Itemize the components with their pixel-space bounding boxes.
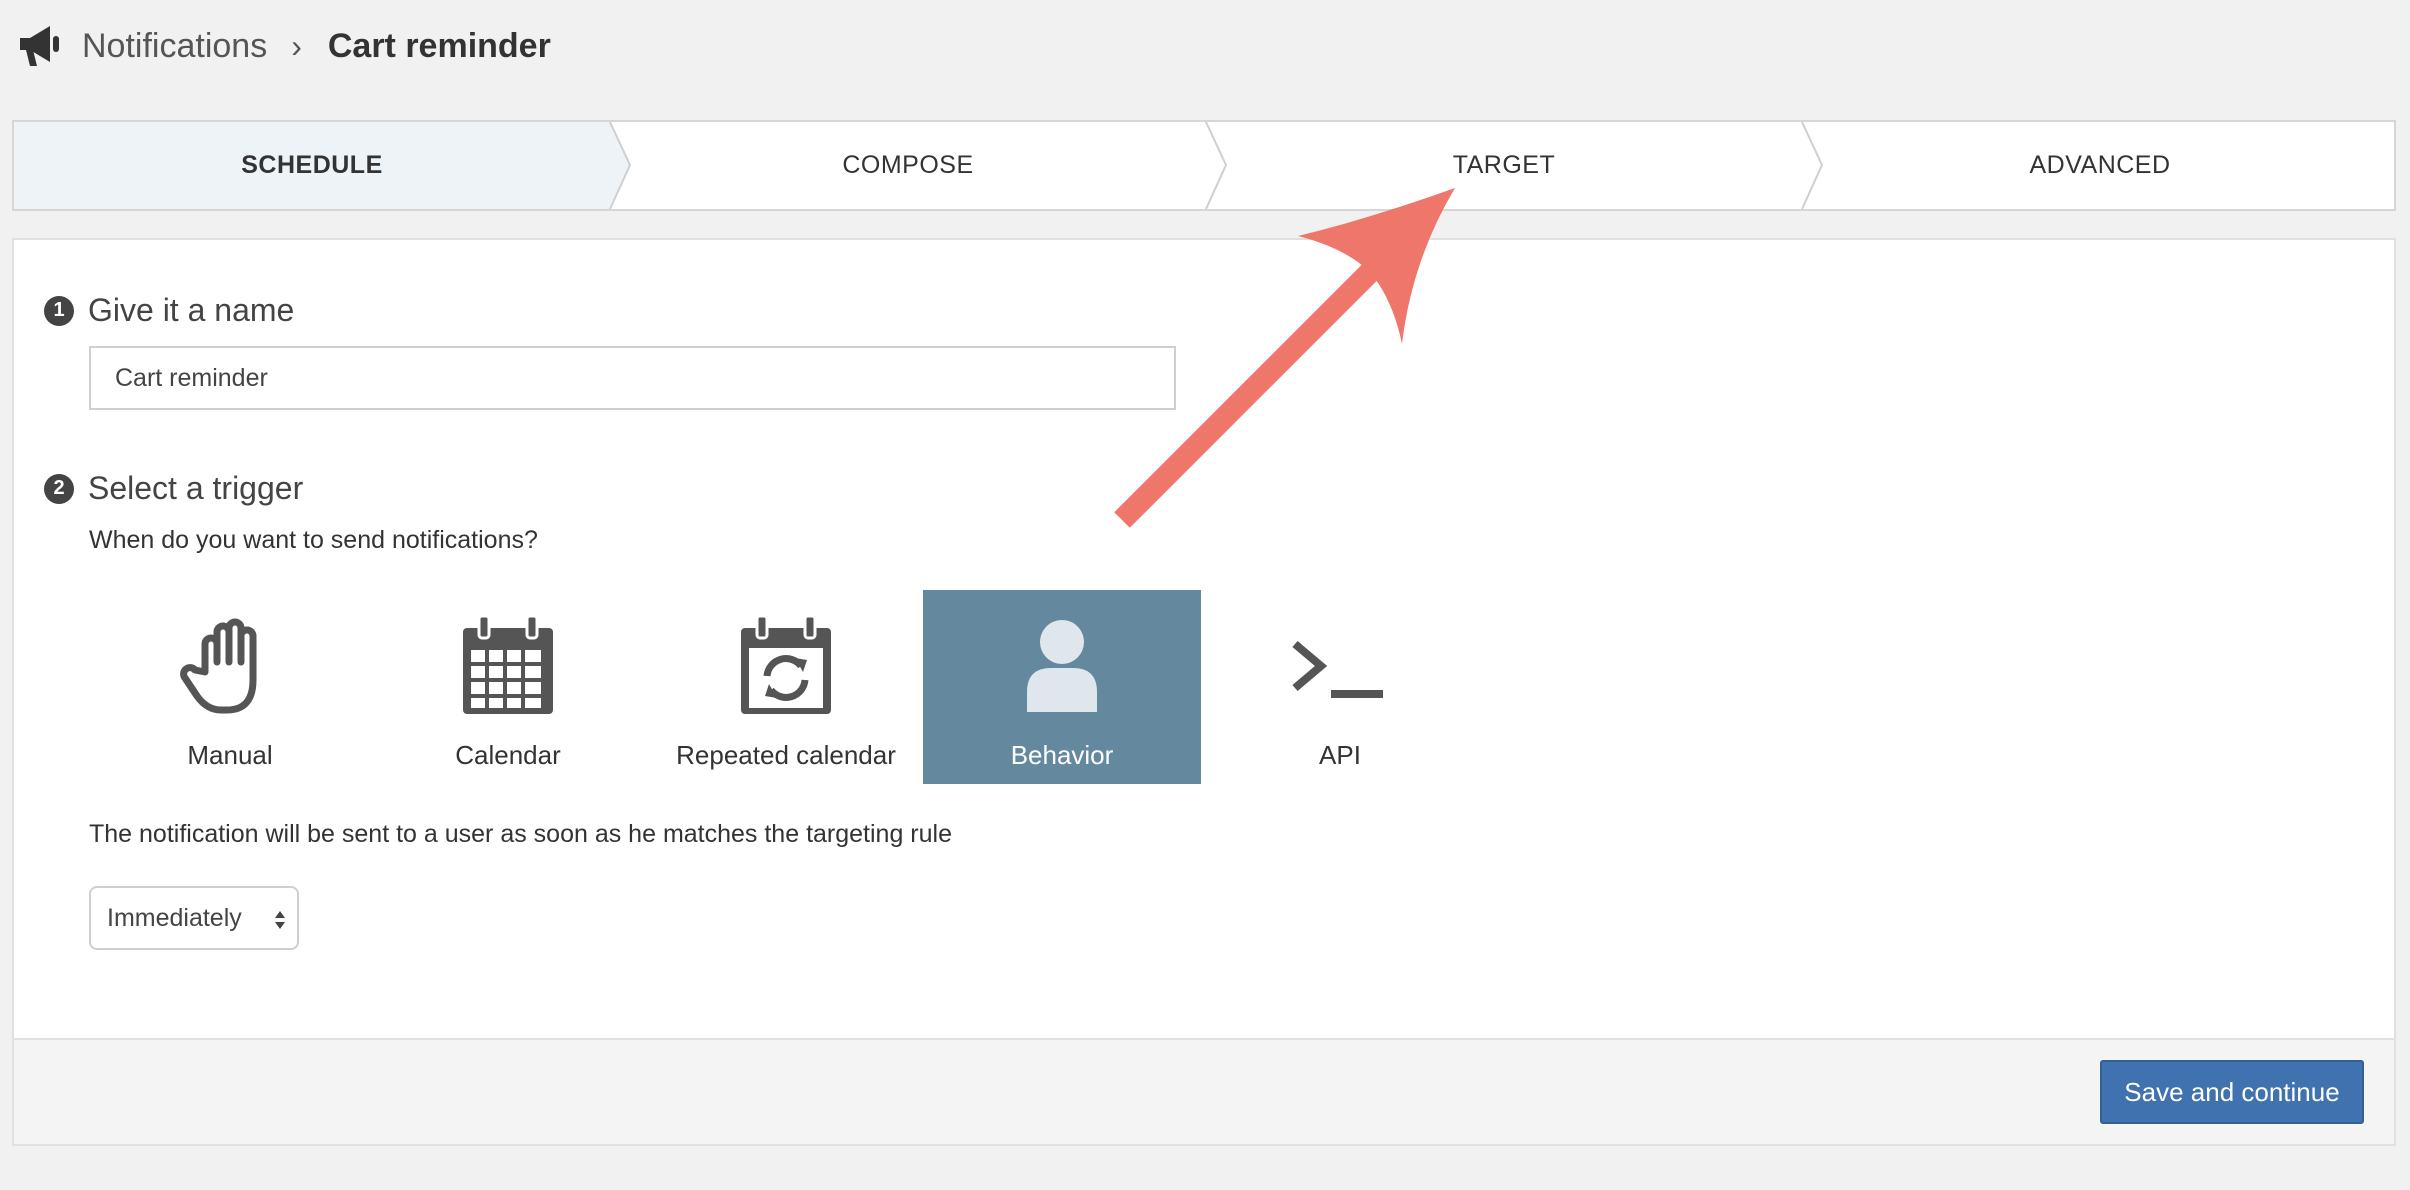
save-and-continue-button[interactable]: Save and continue	[2100, 1060, 2364, 1124]
trigger-option-manual[interactable]: Manual	[91, 590, 369, 784]
section-name-title: Give it a name	[88, 292, 295, 328]
timing-select-value: Immediately	[107, 903, 242, 932]
section-trigger-title: Select a trigger	[88, 470, 304, 506]
step-number-badge: 2	[44, 473, 74, 504]
breadcrumb-notifications-link[interactable]: Notifications	[82, 27, 267, 66]
trigger-description: The notification will be sent to a user …	[89, 820, 952, 848]
wizard-steps: SCHEDULE COMPOSE TARGET ADVANCED	[12, 120, 2396, 211]
section-trigger-heading: 2 Select a trigger	[44, 470, 303, 507]
trigger-prompt: When do you want to send notifications?	[89, 526, 538, 554]
terminal-icon	[1292, 640, 1383, 698]
trigger-option-api[interactable]: API	[1201, 590, 1479, 784]
select-arrows-icon	[275, 911, 285, 929]
notification-name-input[interactable]	[89, 346, 1176, 410]
step-advanced[interactable]: ADVANCED	[1802, 122, 2398, 209]
step-target[interactable]: TARGET	[1206, 122, 1802, 209]
trigger-label: Manual	[187, 740, 273, 770]
step-schedule[interactable]: SCHEDULE	[14, 122, 610, 209]
trigger-label: API	[1319, 740, 1361, 770]
page-title: Cart reminder	[327, 26, 551, 65]
step-number-badge: 1	[44, 295, 74, 326]
breadcrumb: Notifications › Cart reminder	[16, 18, 551, 74]
hand-icon	[180, 618, 257, 714]
step-compose[interactable]: COMPOSE	[610, 122, 1206, 209]
trigger-label: Calendar	[455, 740, 561, 770]
calendar-icon	[463, 614, 553, 714]
repeat-calendar-icon	[741, 614, 831, 714]
trigger-option-calendar[interactable]: Calendar	[369, 590, 647, 784]
trigger-option-repeated-calendar[interactable]: Repeated calendar	[647, 590, 925, 784]
section-name-heading: 1 Give it a name	[44, 292, 294, 329]
card-footer: Save and continue	[14, 1038, 2394, 1144]
schedule-card: 1 Give it a name 2 Select a trigger When…	[12, 238, 2396, 1146]
timing-select[interactable]: Immediately	[89, 886, 299, 950]
trigger-label: Repeated calendar	[676, 740, 896, 770]
trigger-option-behavior[interactable]: Behavior	[923, 590, 1201, 784]
user-icon	[1027, 620, 1097, 712]
trigger-label: Behavior	[1010, 740, 1114, 770]
megaphone-icon	[20, 26, 59, 66]
breadcrumb-separator: ›	[291, 27, 302, 64]
